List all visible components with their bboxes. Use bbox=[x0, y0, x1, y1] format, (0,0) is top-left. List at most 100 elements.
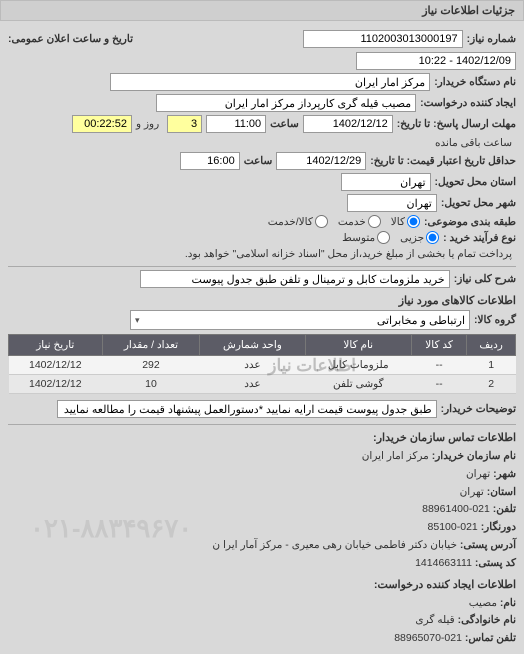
cell-date: 1402/12/12 bbox=[9, 375, 103, 394]
v-name: مصیب bbox=[469, 597, 497, 609]
separator-1 bbox=[8, 266, 516, 267]
subject-option-0[interactable]: کالا bbox=[391, 215, 420, 228]
v-org-name: مرکز امار ایران bbox=[362, 450, 429, 462]
table-row[interactable]: 1--ملزومات کابلعدد2921402/12/12 bbox=[9, 356, 516, 375]
k-province: استان: bbox=[487, 486, 516, 498]
v-postal-code: 1414663111 bbox=[415, 557, 472, 569]
deadline-date-input[interactable] bbox=[303, 115, 393, 133]
lbl-buy-process: نوع فرآیند خرید : bbox=[443, 232, 516, 244]
subject-label-1: خدمت bbox=[338, 216, 366, 228]
contact-block: نام سازمان خریدار: مرکز امار ایران شهر: … bbox=[8, 448, 516, 572]
process-option-1[interactable]: متوسط bbox=[342, 231, 390, 244]
lbl-buyer: نام دستگاه خریدار: bbox=[434, 76, 516, 88]
lbl-deadline: مهلت ارسال پاسخ: تا تاریخ: bbox=[397, 118, 516, 130]
chevron-down-icon[interactable]: ▾ bbox=[131, 315, 144, 326]
process-label-1: متوسط bbox=[342, 232, 375, 244]
cell-qty: 292 bbox=[102, 356, 200, 375]
panel-title: جزئیات اطلاعات نیاز bbox=[422, 5, 515, 17]
k-org-name: نام سازمان خریدار: bbox=[432, 450, 516, 462]
cell-name: ملزومات کابل bbox=[305, 356, 411, 375]
subject-radio-1[interactable] bbox=[368, 215, 381, 228]
buy-note: پرداخت تمام یا بخشی از مبلغ خرید،از محل … bbox=[185, 248, 512, 260]
creator-contact-title: اطلاعات ایجاد کننده درخواست: bbox=[8, 578, 516, 591]
k-city: شهر: bbox=[493, 468, 516, 480]
cell-idx: 2 bbox=[467, 375, 516, 394]
goods-table: ردیفکد کالانام کالاواحد شمارشتعداد / مقد… bbox=[8, 334, 516, 394]
subject-radio-group: کالا خدمت کالا/خدمت bbox=[268, 215, 420, 228]
lbl-general-desc: شرح کلی نیاز: bbox=[454, 273, 516, 285]
cell-idx: 1 bbox=[467, 356, 516, 375]
v-postal-addr: خیابان دکتر فاطمی خیابان رهی معیری - مرک… bbox=[212, 539, 457, 551]
process-radio-group: جزیی متوسط bbox=[342, 231, 439, 244]
k-surname: نام خانوادگی: bbox=[458, 614, 516, 626]
cell-code: -- bbox=[411, 356, 466, 375]
v-surname: قیله گری bbox=[415, 614, 454, 626]
lbl-time2: ساعت bbox=[244, 155, 273, 167]
lbl-subject-cat: طبقه بندی موضوعی: bbox=[424, 216, 516, 228]
k-contact-phone: تلفن تماس: bbox=[465, 632, 516, 644]
main-panel: شماره نیاز: تاریخ و ساعت اعلان عمومی: نا… bbox=[0, 21, 524, 654]
remaining-time bbox=[72, 115, 132, 133]
process-option-0[interactable]: جزیی bbox=[400, 231, 439, 244]
goods-group-input[interactable] bbox=[144, 312, 469, 328]
cell-qty: 10 bbox=[102, 375, 200, 394]
lbl-pub-datetime: تاریخ و ساعت اعلان عمومی: bbox=[8, 33, 133, 45]
goods-group-combo[interactable]: ▾ bbox=[130, 310, 470, 330]
col-header-0: ردیف bbox=[467, 335, 516, 356]
cell-unit: عدد bbox=[200, 375, 305, 394]
col-header-4: تعداد / مقدار bbox=[102, 335, 200, 356]
contact-section-title: اطلاعات تماس سازمان خریدار: bbox=[8, 431, 516, 444]
cell-code: -- bbox=[411, 375, 466, 394]
v-phone: 021-88961400 bbox=[422, 503, 490, 515]
col-header-1: کد کالا bbox=[411, 335, 466, 356]
col-header-5: تاریخ نیاز bbox=[9, 335, 103, 356]
cell-date: 1402/12/12 bbox=[9, 356, 103, 375]
col-header-3: واحد شمارش bbox=[200, 335, 305, 356]
lbl-validity: حداقل تاریخ اعتبار قیمت: تا تاریخ: bbox=[370, 155, 516, 167]
cell-name: گوشی تلفن bbox=[305, 375, 411, 394]
table-row[interactable]: 2--گوشی تلفنعدد101402/12/12 bbox=[9, 375, 516, 394]
lbl-time1: ساعت bbox=[270, 118, 299, 130]
process-label-0: جزیی bbox=[400, 232, 424, 244]
lbl-remaining-time: ساعت باقی مانده bbox=[435, 137, 512, 149]
process-radio-0[interactable] bbox=[426, 231, 439, 244]
subject-radio-0[interactable] bbox=[407, 215, 420, 228]
goods-section-title: اطلاعات کالاهای مورد نیاز bbox=[8, 294, 516, 307]
k-name: نام: bbox=[500, 597, 516, 609]
lbl-city: شهر محل تحویل: bbox=[441, 197, 516, 209]
buyer-notes-input[interactable] bbox=[57, 400, 437, 418]
city-input[interactable] bbox=[347, 194, 437, 212]
v-contact-phone: 021-88965070 bbox=[394, 632, 462, 644]
subject-radio-2[interactable] bbox=[315, 215, 328, 228]
subject-label-2: کالا/خدمت bbox=[268, 216, 313, 228]
lbl-goods-group: گروه کالا: bbox=[474, 314, 516, 326]
subject-option-2[interactable]: کالا/خدمت bbox=[268, 215, 328, 228]
col-header-2: نام کالا bbox=[305, 335, 411, 356]
k-postal-addr: آدرس پستی: bbox=[460, 539, 516, 551]
separator-2 bbox=[8, 424, 516, 425]
panel-header: جزئیات اطلاعات نیاز bbox=[0, 0, 524, 21]
subject-label-0: کالا bbox=[391, 216, 405, 228]
lbl-req-no: شماره نیاز: bbox=[467, 33, 516, 45]
deadline-time-input[interactable] bbox=[206, 115, 266, 133]
buyer-input[interactable] bbox=[110, 73, 430, 91]
validity-date-input[interactable] bbox=[276, 152, 366, 170]
validity-time-input[interactable] bbox=[180, 152, 240, 170]
pub-datetime-input[interactable] bbox=[356, 52, 516, 70]
cell-unit: عدد bbox=[200, 356, 305, 375]
process-radio-1[interactable] bbox=[377, 231, 390, 244]
lbl-creator: ایجاد کننده درخواست: bbox=[420, 97, 516, 109]
subject-option-1[interactable]: خدمت bbox=[338, 215, 381, 228]
remaining-days bbox=[167, 115, 202, 133]
k-phone: تلفن: bbox=[493, 503, 516, 515]
general-desc-input[interactable] bbox=[140, 270, 450, 288]
lbl-remaining-days: روز و bbox=[136, 118, 159, 130]
req-no-input[interactable] bbox=[303, 30, 463, 48]
province-input[interactable] bbox=[341, 173, 431, 191]
lbl-province: استان محل تحویل: bbox=[435, 176, 516, 188]
creator-input[interactable] bbox=[156, 94, 416, 112]
creator-contact-block: نام: مصیب نام خانوادگی: قیله گری تلفن تم… bbox=[8, 595, 516, 647]
v-fax: 021-85100 bbox=[428, 521, 478, 533]
v-city: تهران bbox=[466, 468, 490, 480]
v-province: تهران bbox=[460, 486, 484, 498]
